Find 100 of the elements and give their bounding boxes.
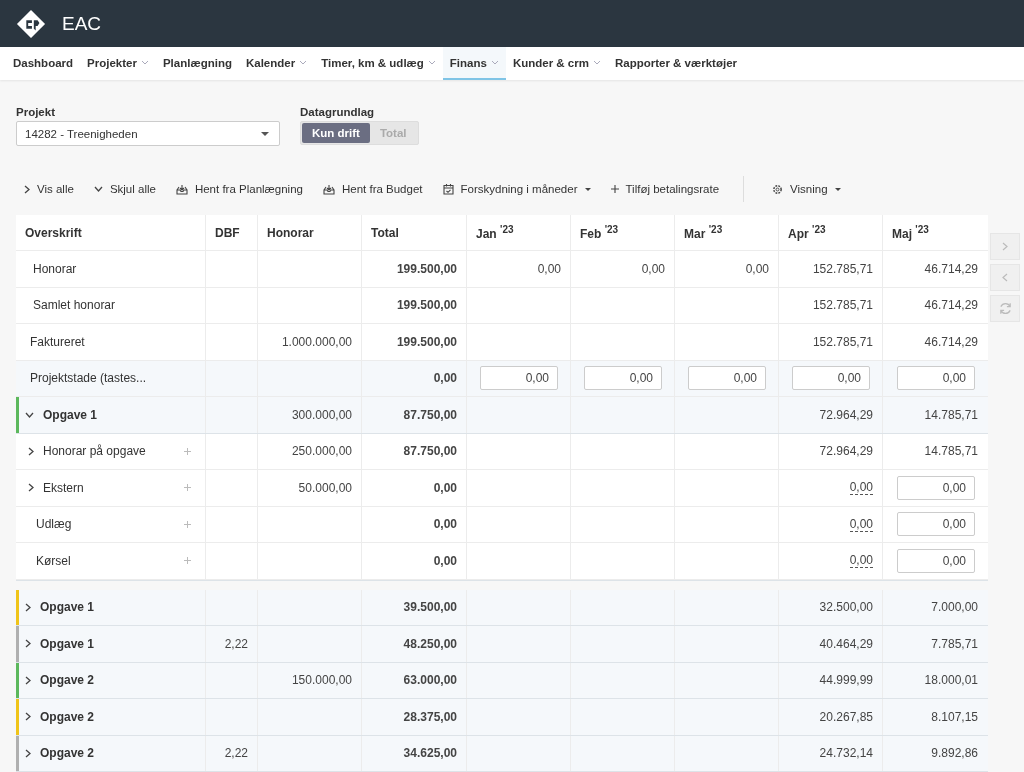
row-label: Opgave 1: [40, 636, 96, 651]
chevron-left-icon: [1002, 273, 1008, 282]
nav-item[interactable]: Rapporter & værktøjer: [607, 47, 744, 80]
table-cell: 0,00: [745, 261, 769, 276]
chevron-right-icon[interactable]: [25, 675, 31, 685]
settings-icon: [772, 183, 784, 195]
table-cell: 0,00: [433, 553, 457, 568]
row-label: Opgave 2: [40, 673, 96, 688]
row-label: Udlæg: [36, 517, 73, 532]
nav-item[interactable]: Timer, km & udlæg: [314, 47, 443, 80]
chevron-right-icon[interactable]: [28, 446, 34, 456]
row-label: Projektstade (tastes...: [30, 371, 148, 386]
amount-input[interactable]: 0,00: [792, 366, 870, 391]
amount-input[interactable]: 0,00: [897, 366, 975, 391]
calendar-icon: [442, 183, 454, 195]
column-header[interactable]: DBF: [206, 215, 258, 250]
column-header[interactable]: Honorar: [258, 215, 362, 250]
chevron-right-icon[interactable]: [25, 602, 31, 612]
plus-icon: [610, 185, 619, 193]
amount-link[interactable]: 0,00: [849, 516, 873, 532]
table-cell: 44.999,99: [819, 673, 873, 688]
table-cell: 48.250,00: [403, 636, 457, 651]
column-header[interactable]: Total: [362, 215, 467, 250]
table-cell: 46.714,29: [924, 334, 978, 349]
amount-link[interactable]: 0,00: [849, 480, 873, 496]
row-label: Opgave 2: [40, 709, 96, 724]
toolbar-button[interactable]: Visning: [764, 179, 849, 199]
table-cell: 18.000,01: [924, 673, 978, 688]
row-label: Honorar på opgave: [43, 444, 147, 459]
nav-item[interactable]: Projekter: [80, 47, 156, 80]
column-header[interactable]: Jan $^{'23}$: [467, 215, 571, 250]
column-header[interactable]: Overskrift: [16, 215, 206, 250]
table-cell: 9.892,86: [931, 746, 978, 761]
chevron-right-icon[interactable]: [25, 748, 31, 758]
amount-input[interactable]: 0,00: [897, 475, 975, 500]
table-cell: 199.500,00: [396, 261, 457, 276]
chevron-right-icon[interactable]: [25, 712, 31, 722]
amount-input[interactable]: 0,00: [897, 512, 975, 537]
table-cell: 63.000,00: [403, 673, 457, 688]
table-cell: 152.785,71: [812, 334, 873, 349]
table-cell: 199.500,00: [396, 334, 457, 349]
table-cell: 152.785,71: [812, 298, 873, 313]
chevron-right-icon[interactable]: [28, 483, 34, 493]
toolbar-button[interactable]: Vis alle: [16, 179, 82, 199]
table-cell: 1.000.000,00: [281, 334, 352, 349]
nav-item[interactable]: Kalender: [238, 47, 315, 80]
chevron-right-icon[interactable]: [25, 639, 31, 649]
table-cell: 8.107,15: [931, 709, 978, 724]
column-header[interactable]: Mar $^{'23}$: [675, 215, 779, 250]
table-cell: 0,00: [433, 480, 457, 495]
tray-icon: [175, 183, 188, 195]
caret-icon: [261, 131, 269, 136]
amount-link[interactable]: 0,00: [849, 553, 873, 569]
project-select[interactable]: 14282 - Treenigheden: [16, 121, 280, 146]
table-cell: 300.000,00: [291, 407, 352, 422]
app-title: EAC: [62, 12, 102, 35]
table-cell: 250.000,00: [291, 444, 352, 459]
table-cell: 7.000,00: [931, 600, 978, 615]
table-cell: 20.267,85: [819, 709, 873, 724]
logo-icon: [16, 8, 46, 39]
table-cell: 39.500,00: [403, 600, 457, 615]
row-label: Opgave 1: [43, 407, 99, 422]
field-label: Datagrundlag: [300, 106, 376, 118]
column-header[interactable]: Apr $^{'23}$: [779, 215, 883, 250]
table-cell: 34.625,00: [403, 746, 457, 761]
nav-item[interactable]: Finans: [442, 47, 506, 80]
toolbar-button[interactable]: Forskydning i måneder: [434, 179, 599, 199]
table-cell: 0,00: [433, 371, 457, 386]
amount-input[interactable]: 0,00: [897, 548, 975, 573]
chevron-right-icon: [1002, 242, 1008, 251]
toolbar-button[interactable]: Hent fra Budget: [314, 179, 431, 199]
column-header[interactable]: Feb $^{'23}$: [571, 215, 675, 250]
toolbar-button[interactable]: Hent fra Planlægning: [167, 179, 311, 199]
nav-item[interactable]: Kunder & crm: [505, 47, 608, 80]
toolbar-button[interactable]: Skjul alle: [85, 179, 164, 199]
amount-input[interactable]: 0,00: [480, 366, 558, 391]
table-cell: 46.714,29: [924, 298, 978, 313]
amount-input[interactable]: 0,00: [688, 366, 766, 391]
table-cell: 24.732,14: [819, 746, 873, 761]
refresh-icon: [997, 301, 1013, 316]
chevron-down-icon: [93, 186, 103, 192]
row-label: Honorar: [33, 261, 78, 276]
row-label: Opgave 1: [40, 600, 96, 615]
table-cell: 72.964,29: [819, 407, 873, 422]
table-cell: 87.750,00: [403, 407, 457, 422]
table-cell: 2,22: [224, 636, 248, 651]
table-cell: 28.375,00: [403, 709, 457, 724]
chevron-down-icon[interactable]: [25, 411, 34, 418]
table-cell: 14.785,71: [924, 444, 978, 459]
toggle-option[interactable]: Kun drift: [302, 123, 370, 143]
amount-input[interactable]: 0,00: [584, 366, 662, 391]
nav-item[interactable]: Dashboard: [6, 47, 81, 80]
toolbar-button[interactable]: Tilføj betalingsrate: [602, 179, 728, 199]
table-cell: 2,22: [224, 746, 248, 761]
table-cell: 40.464,29: [819, 636, 873, 651]
chevron-right-icon: [24, 184, 30, 194]
nav-item[interactable]: Planlægning: [155, 47, 239, 80]
column-header[interactable]: Maj $^{'23}$: [883, 215, 987, 250]
table-cell: 50.000,00: [298, 480, 352, 495]
table-cell: 72.964,29: [819, 444, 873, 459]
